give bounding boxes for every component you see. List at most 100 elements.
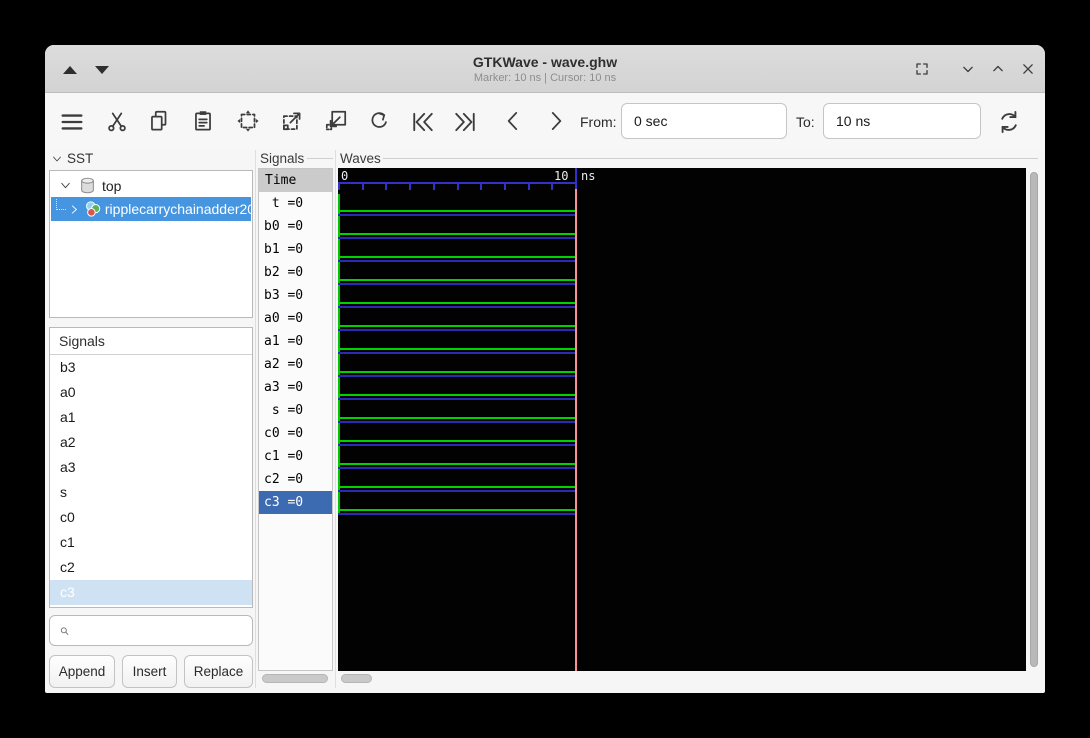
wave-baseline: [338, 467, 575, 469]
wave-low-line: [338, 417, 575, 419]
window-title: GTKWave - wave.ghw: [472, 54, 618, 70]
wave-baseline: [338, 306, 575, 308]
wave-low-line: [338, 302, 575, 304]
titlebar: GTKWave - wave.ghw Marker: 10 ns | Curso…: [45, 45, 1045, 93]
wave-low-line: [338, 233, 575, 235]
signal-list-item[interactable]: s: [50, 480, 252, 505]
wave-baseline: [338, 513, 575, 515]
zoom-in-icon[interactable]: [279, 108, 307, 136]
expander-down-icon[interactable]: [59, 179, 72, 192]
minimize-icon[interactable]: [958, 59, 978, 79]
copy-icon[interactable]: [146, 108, 174, 136]
timeline-tick: [409, 184, 412, 190]
sst-section-label[interactable]: SST: [51, 151, 93, 166]
paste-icon[interactable]: [190, 108, 218, 136]
wave-baseline: [338, 352, 575, 354]
go-to-start-icon[interactable]: [409, 108, 437, 136]
timeline-tick: [338, 184, 340, 190]
to-input[interactable]: [823, 103, 981, 139]
signal-list-item[interactable]: c2: [50, 555, 252, 580]
time-header[interactable]: Time: [259, 169, 332, 192]
timeline-tick: [480, 184, 483, 190]
signal-name-row[interactable]: s =0: [259, 399, 332, 422]
tree-item-top[interactable]: top: [51, 174, 251, 197]
frame-line: [307, 158, 333, 159]
signal-name-row[interactable]: c3 =0: [259, 491, 332, 514]
timeline-tick: [385, 184, 388, 190]
timeline-tick: [361, 184, 364, 190]
fullscreen-icon[interactable]: [912, 59, 932, 79]
signal-name-row[interactable]: a2 =0: [259, 353, 332, 376]
pane-divider[interactable]: [255, 150, 256, 688]
waves-vertical-scrollbar[interactable]: [1030, 172, 1038, 667]
signal-list-item[interactable]: c3: [50, 580, 252, 605]
wave-low-line: [338, 348, 575, 350]
undo-icon[interactable]: [366, 108, 394, 136]
names-horizontal-scrollbar[interactable]: [262, 674, 328, 683]
signal-name-row[interactable]: c0 =0: [259, 422, 332, 445]
timeline-unit-label: ns: [581, 169, 596, 183]
signal-name-row[interactable]: b0 =0: [259, 215, 332, 238]
signal-list-item[interactable]: a1: [50, 405, 252, 430]
signal-name-row[interactable]: c2 =0: [259, 468, 332, 491]
frame-line: [383, 158, 1038, 159]
module-icon: [81, 177, 94, 194]
signal-name-row[interactable]: b3 =0: [259, 284, 332, 307]
signal-names-column: Time t =0 b0 =0 b1 =0 b2 =0 b3 =0 a0 =0 a1 =0 a…: [258, 168, 333, 671]
gtkwave-window: GTKWave - wave.ghw Marker: 10 ns | Curso…: [45, 45, 1045, 693]
append-button[interactable]: Append: [49, 655, 115, 688]
signal-list-item[interactable]: a2: [50, 430, 252, 455]
expander-right-icon[interactable]: [68, 203, 81, 216]
pane-divider[interactable]: [335, 150, 336, 688]
close-icon[interactable]: [1018, 59, 1038, 79]
signal-list-item[interactable]: a0: [50, 380, 252, 405]
menu-icon[interactable]: [58, 108, 86, 136]
signal-list-item[interactable]: c1: [50, 530, 252, 555]
sst-tree: top ripplecarrychainadder20: [49, 170, 253, 318]
signals-frame-label: Signals: [260, 151, 305, 166]
signal-list-item[interactable]: b3: [50, 355, 252, 380]
zoom-out-icon[interactable]: [323, 108, 351, 136]
tree-item-label: top: [102, 177, 122, 194]
timeline-tick: [456, 184, 459, 190]
wave-low-line: [338, 486, 575, 488]
timeline-tick: [432, 184, 435, 190]
signal-name-row[interactable]: a1 =0: [259, 330, 332, 353]
signal-list-item[interactable]: a3: [50, 455, 252, 480]
waves-horizontal-scrollbar[interactable]: [341, 674, 372, 683]
marker-line[interactable]: [575, 185, 577, 671]
signal-name-row[interactable]: b2 =0: [259, 261, 332, 284]
tree-item-instance[interactable]: ripplecarrychainadder20: [51, 197, 251, 221]
wave-baseline: [338, 329, 575, 331]
previous-edge-icon[interactable]: [500, 108, 528, 136]
from-label: From:: [580, 114, 617, 130]
signal-list-item[interactable]: c0: [50, 505, 252, 530]
go-to-end-icon[interactable]: [451, 108, 479, 136]
next-edge-icon[interactable]: [543, 108, 571, 136]
wave-baseline: [338, 283, 575, 285]
replace-button[interactable]: Replace: [184, 655, 253, 688]
wave-low-line: [338, 325, 575, 327]
insert-button[interactable]: Insert: [122, 655, 177, 688]
from-input[interactable]: [621, 103, 787, 139]
reload-icon[interactable]: [995, 108, 1023, 136]
maximize-icon[interactable]: [988, 59, 1008, 79]
wave-low-line: [338, 509, 575, 511]
chevron-down-icon: [53, 156, 61, 161]
wave-canvas[interactable]: 0 10 ns: [338, 168, 1026, 671]
zoom-fit-icon[interactable]: [235, 108, 263, 136]
signal-name-row[interactable]: b1 =0: [259, 238, 332, 261]
cut-icon[interactable]: [104, 108, 132, 136]
search-input[interactable]: [76, 616, 252, 645]
tree-branch-line: [56, 199, 66, 210]
tree-item-label: ripplecarrychainadder20: [104, 201, 251, 217]
signal-name-row[interactable]: t =0: [259, 192, 332, 215]
signal-name-row[interactable]: a0 =0: [259, 307, 332, 330]
wave-low-line: [338, 371, 575, 373]
wave-low-line: [338, 256, 575, 258]
wave-low-line: [338, 440, 575, 442]
signal-name-row[interactable]: a3 =0: [259, 376, 332, 399]
signal-name-row[interactable]: c1 =0: [259, 445, 332, 468]
wave-baseline: [338, 444, 575, 446]
signal-facility-list: Signals b3 a0 a1 a2 a3 s c0 c1 c2 c3: [49, 327, 253, 608]
